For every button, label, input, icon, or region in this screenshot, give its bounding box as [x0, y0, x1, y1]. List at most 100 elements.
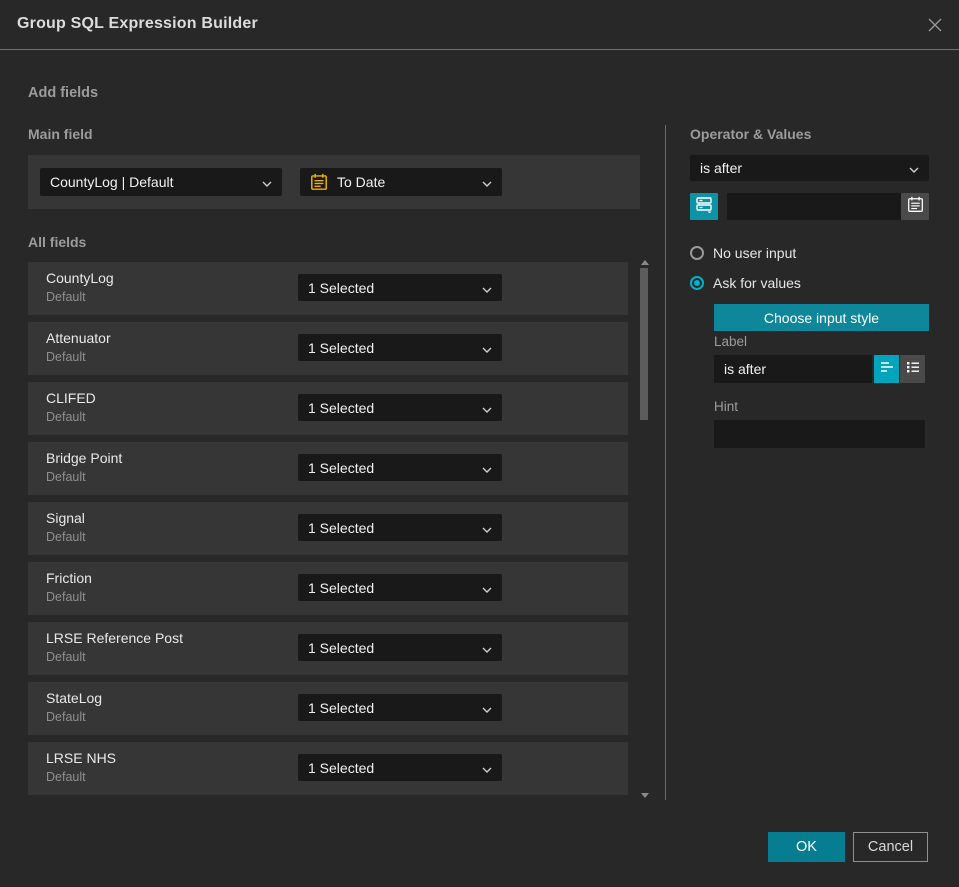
bulleted-list-icon	[905, 360, 921, 379]
radio-ask-for-values[interactable]: Ask for values	[690, 275, 801, 291]
field-subtitle: Default	[46, 770, 86, 784]
ok-button[interactable]: OK	[768, 832, 845, 862]
field-name: LRSE NHS	[46, 750, 117, 766]
field-row: Attenuator Default 1 Selected	[28, 322, 628, 375]
all-fields-heading: All fields	[28, 234, 87, 250]
field-selected-value: 1 Selected	[308, 699, 375, 716]
field-row: StateLog Default 1 Selected	[28, 682, 628, 735]
field-selected-dropdown[interactable]: 1 Selected	[298, 754, 502, 781]
all-fields-list: CountyLog Default 1 Selected Attenuator Defa…	[28, 262, 628, 802]
dialog-titlebar: Group SQL Expression Builder	[0, 0, 959, 50]
date-picker-button[interactable]	[901, 193, 929, 220]
field-row: Bridge Point Default 1 Selected	[28, 442, 628, 495]
field-row: Friction Default 1 Selected	[28, 562, 628, 615]
calendar-icon	[310, 173, 328, 191]
field-name: CLIFED	[46, 390, 96, 406]
calendar-icon	[907, 196, 924, 218]
operator-dropdown-value: is after	[700, 160, 743, 176]
field-subtitle: Default	[46, 410, 86, 424]
value-source-button[interactable]	[690, 193, 718, 220]
add-fields-heading: Add fields	[28, 85, 99, 101]
stacked-values-icon	[695, 195, 713, 218]
field-row: LRSE NHS Default 1 Selected	[28, 742, 628, 795]
label-heading: Label	[714, 334, 748, 349]
field-selected-dropdown[interactable]: 1 Selected	[298, 334, 502, 361]
hint-heading: Hint	[714, 399, 739, 414]
field-selected-dropdown[interactable]: 1 Selected	[298, 514, 502, 541]
field-name: LRSE Reference Post	[46, 630, 183, 646]
scroll-down-arrow-icon[interactable]	[641, 793, 649, 798]
field-row: LRSE Reference Post Default 1 Selected	[28, 622, 628, 675]
field-row: CLIFED Default 1 Selected	[28, 382, 628, 435]
field-subtitle: Default	[46, 290, 86, 304]
scroll-up-arrow-icon[interactable]	[641, 260, 649, 265]
chevron-down-icon	[482, 280, 492, 296]
field-selected-dropdown[interactable]: 1 Selected	[298, 454, 502, 481]
main-field-dropdown[interactable]: CountyLog | Default	[40, 168, 282, 196]
chevron-down-icon	[482, 174, 492, 190]
chevron-down-icon	[482, 640, 492, 656]
label-input[interactable]	[714, 355, 872, 383]
radio-no-user-input[interactable]: No user input	[690, 245, 796, 261]
chevron-down-icon	[482, 460, 492, 476]
value-input[interactable]	[727, 193, 901, 220]
field-row: Signal Default 1 Selected	[28, 502, 628, 555]
chevron-down-icon	[482, 580, 492, 596]
date-field-dropdown-value: To Date	[337, 174, 386, 190]
field-selected-dropdown[interactable]: 1 Selected	[298, 394, 502, 421]
field-selected-dropdown[interactable]: 1 Selected	[298, 274, 502, 301]
field-selected-value: 1 Selected	[308, 459, 375, 476]
chevron-down-icon	[482, 520, 492, 536]
chevron-down-icon	[262, 174, 272, 190]
close-icon[interactable]	[925, 15, 945, 35]
group-sql-expression-builder-dialog: Group SQL Expression Builder Add fields …	[0, 0, 959, 887]
field-name: StateLog	[46, 690, 103, 706]
operator-values-heading: Operator & Values	[690, 126, 812, 142]
main-field-heading: Main field	[28, 126, 93, 142]
field-selected-dropdown[interactable]: 1 Selected	[298, 634, 502, 661]
field-subtitle: Default	[46, 650, 86, 664]
radio-no-user-input-label: No user input	[713, 245, 797, 261]
field-selected-value: 1 Selected	[308, 339, 375, 356]
field-subtitle: Default	[46, 350, 86, 364]
date-field-dropdown[interactable]: To Date	[300, 168, 502, 196]
radio-ask-for-values-label: Ask for values	[713, 275, 801, 291]
field-selected-dropdown[interactable]: 1 Selected	[298, 574, 502, 601]
field-selected-value: 1 Selected	[308, 759, 375, 776]
chevron-down-icon	[482, 400, 492, 416]
scrollbar-thumb[interactable]	[640, 268, 648, 420]
field-subtitle: Default	[46, 530, 86, 544]
radio-off-icon	[690, 246, 704, 260]
radio-on-icon	[690, 276, 704, 290]
list-scrollbar[interactable]	[639, 258, 651, 800]
field-selected-value: 1 Selected	[308, 279, 375, 296]
choose-input-style-button[interactable]: Choose input style	[714, 304, 929, 331]
field-selected-value: 1 Selected	[308, 639, 375, 656]
input-style-text-button[interactable]	[874, 355, 899, 383]
field-name: CountyLog	[46, 270, 114, 286]
chevron-down-icon	[909, 160, 919, 176]
field-row: CountyLog Default 1 Selected	[28, 262, 628, 315]
chevron-down-icon	[482, 340, 492, 356]
field-subtitle: Default	[46, 710, 86, 724]
field-selected-dropdown[interactable]: 1 Selected	[298, 694, 502, 721]
operator-dropdown[interactable]: is after	[690, 155, 929, 181]
dialog-title: Group SQL Expression Builder	[17, 15, 258, 32]
chevron-down-icon	[482, 700, 492, 716]
cancel-button[interactable]: Cancel	[853, 832, 928, 862]
field-subtitle: Default	[46, 590, 86, 604]
field-subtitle: Default	[46, 470, 86, 484]
field-name: Signal	[46, 510, 85, 526]
main-field-box: CountyLog | Default To Date	[28, 155, 640, 209]
chevron-down-icon	[482, 760, 492, 776]
field-selected-value: 1 Selected	[308, 519, 375, 536]
field-name: Friction	[46, 570, 92, 586]
input-style-list-button[interactable]	[900, 355, 925, 383]
field-name: Bridge Point	[46, 450, 123, 466]
panel-divider	[665, 125, 666, 800]
align-left-icon	[879, 360, 895, 379]
field-selected-value: 1 Selected	[308, 399, 375, 416]
main-field-dropdown-value: CountyLog | Default	[50, 174, 174, 190]
field-name: Attenuator	[46, 330, 111, 346]
hint-input[interactable]	[714, 420, 925, 448]
